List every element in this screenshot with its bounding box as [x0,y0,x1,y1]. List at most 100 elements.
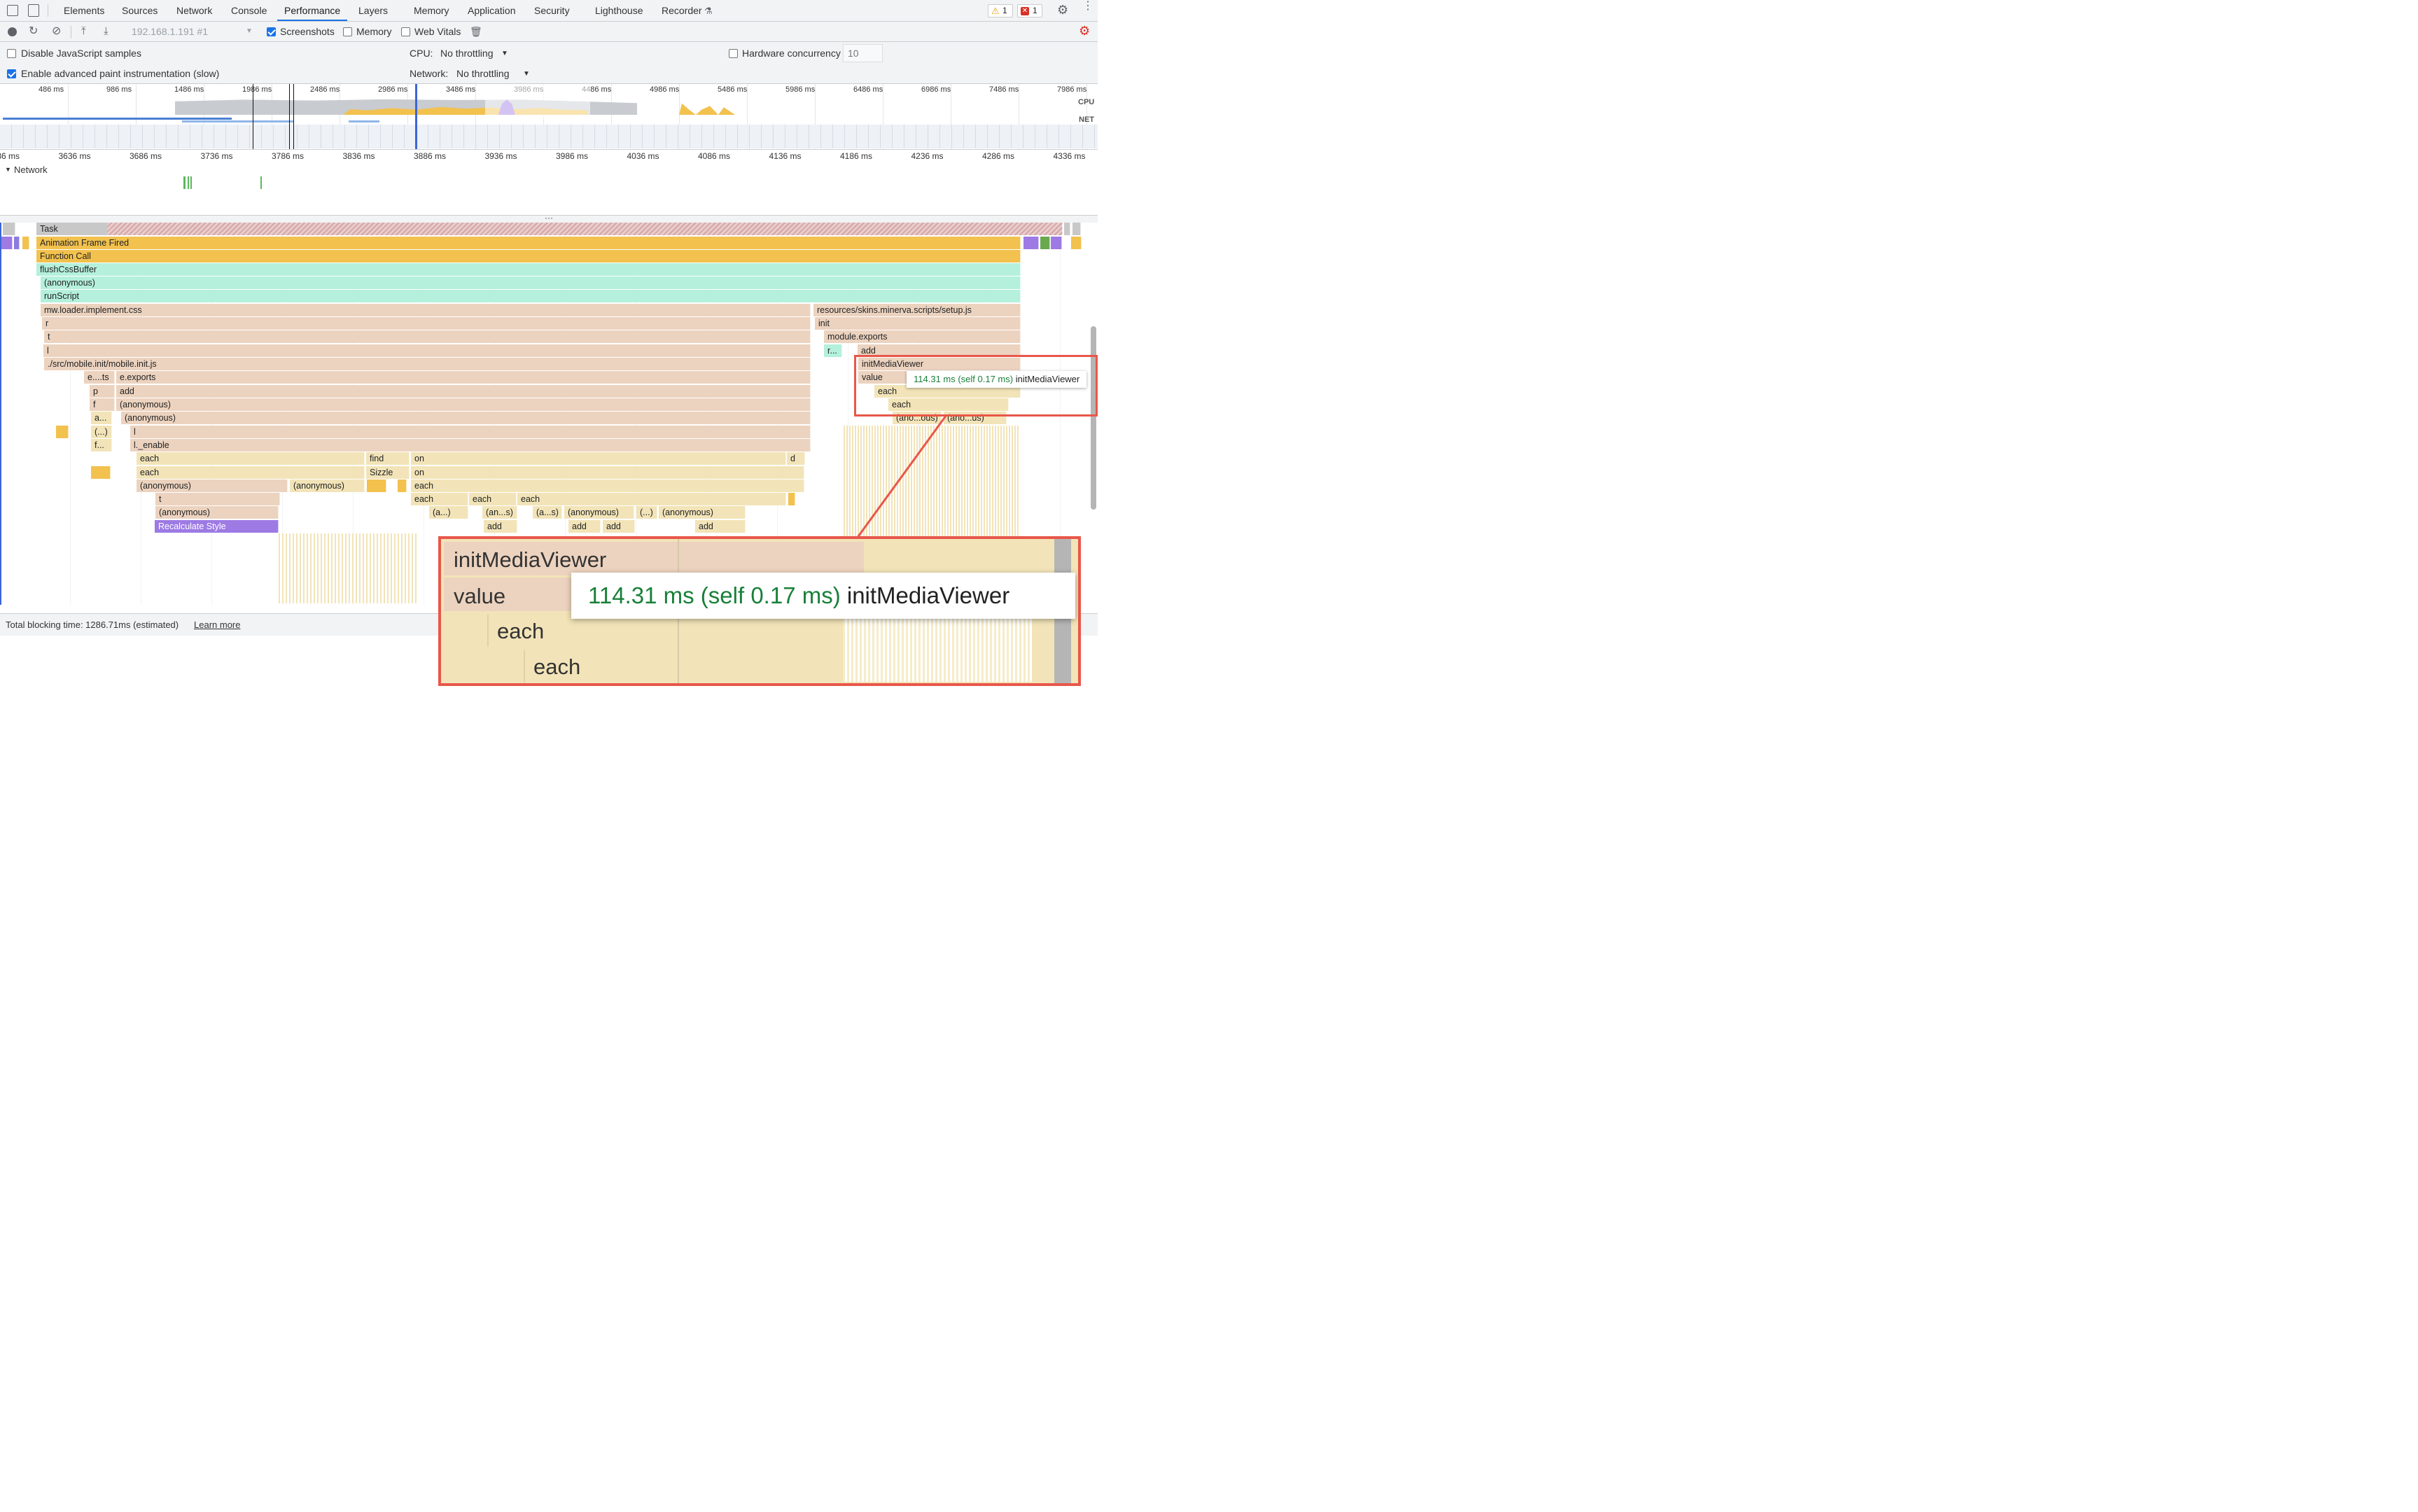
anonymous-bar[interactable]: (anonymous) [137,479,288,492]
p-bar[interactable]: p [90,385,115,398]
web-vitals-checkbox[interactable] [401,27,410,36]
network-request-bar[interactable] [190,176,192,189]
task-bar[interactable] [1064,223,1070,235]
task-bar[interactable] [1072,223,1081,235]
setup-js-bar[interactable]: resources/skins.minerva.scripts/setup.js [813,304,1021,316]
each-bar[interactable]: each [137,452,365,465]
inspect-element-icon[interactable] [7,5,18,16]
overview-selection-start[interactable] [415,84,417,149]
tab-layers[interactable]: Layers [358,0,388,21]
a-paren-bar[interactable]: (a...) [429,506,468,519]
each-bar[interactable]: each [411,479,804,492]
tab-performance[interactable]: Performance [277,0,348,21]
flame-event[interactable] [56,426,69,438]
l-enable-bar[interactable]: l._enable [130,439,811,451]
network-throttling-select[interactable]: No throttling [456,68,509,79]
reload-record-icon[interactable]: ↻ [29,26,38,37]
record-icon[interactable] [8,27,17,36]
add-bar[interactable]: add [116,385,811,398]
loader-implement-css-bar[interactable]: mw.loader.implement.css [41,304,811,316]
flame-event[interactable] [1071,237,1082,249]
disable-js-samples-checkbox[interactable] [7,49,16,58]
tab-application[interactable]: Application [468,0,516,21]
l-bar[interactable]: l [130,426,811,438]
flame-event[interactable] [1023,237,1039,249]
tab-recorder[interactable]: Recorder [662,0,702,21]
screenshots-checkbox[interactable] [267,27,276,36]
anonymous-bar[interactable]: (anonymous) [41,276,1021,289]
flame-event[interactable] [398,479,407,492]
an-s-bar[interactable]: (an...s) [482,506,517,519]
cpu-throttling-select[interactable]: No throttling [440,48,493,59]
r-bar[interactable]: r [42,317,811,330]
f-bar[interactable]: f [90,398,115,411]
tab-security[interactable]: Security [534,0,570,21]
run-script-bar[interactable]: runScript [41,290,1021,302]
anonymous-bar[interactable]: (anonymous) [121,412,811,424]
each-bar[interactable]: each [411,493,468,505]
init-bar[interactable]: init [815,317,1021,330]
paren-bar[interactable]: (...) [91,426,112,438]
mobile-init-bar[interactable]: ./src/mobile.init/mobile.init.js [44,358,811,370]
d-bar[interactable]: d [787,452,805,465]
anonymous-bar[interactable]: (anonymous) [155,506,279,519]
save-profile-icon[interactable]: ⤓ [104,26,109,37]
tab-memory[interactable]: Memory [414,0,449,21]
dots-bar[interactable]: (...) [636,506,657,519]
flame-event[interactable] [367,479,386,492]
expand-triangle-icon[interactable]: ▼ [5,166,11,173]
tab-elements[interactable]: Elements [64,0,104,21]
ets-bar[interactable]: e....ts [84,371,115,384]
learn-more-link[interactable]: Learn more [194,620,240,630]
device-toolbar-icon[interactable] [28,4,39,17]
r-short-bar[interactable]: r... [824,344,842,357]
tab-sources[interactable]: Sources [122,0,158,21]
task-bar[interactable] [3,223,15,235]
add-bar[interactable]: add [484,520,517,533]
network-track-label[interactable]: Network [14,164,48,175]
on-bar[interactable]: on [411,466,804,479]
flame-event[interactable] [14,237,20,249]
anonymous-bar[interactable]: (anonymous) [290,479,365,492]
flame-event[interactable] [1040,237,1050,249]
load-profile-icon[interactable]: ⤒ [81,26,86,37]
sizzle-bar[interactable]: Sizzle [366,466,410,479]
add-bar[interactable]: add [603,520,635,533]
panel-resizer[interactable]: ··· [0,214,1098,223]
recalculate-style-bar[interactable]: Recalculate Style [155,520,279,533]
profile-select[interactable]: 192.168.1.191 #1 [132,26,208,37]
animation-frame-fired-bar[interactable]: Animation Frame Fired [36,237,1021,249]
anonymous-bar[interactable]: (anonymous) [564,506,634,519]
memory-checkbox[interactable] [343,27,352,36]
network-request-bar[interactable] [260,176,262,189]
more-options-icon[interactable]: ⋮ [1082,1,1093,12]
flame-event[interactable] [22,237,29,249]
f-short-bar[interactable]: f... [91,439,112,451]
find-bar[interactable]: find [366,452,410,465]
warnings-badge[interactable]: ⚠ 1 [988,4,1013,18]
trash-icon[interactable]: 🗑 [470,26,482,37]
errors-badge[interactable]: ✕ 1 [1017,4,1042,18]
flame-event[interactable] [91,466,111,479]
anonymous-bar[interactable]: (anonymous) [659,506,746,519]
each-bar[interactable]: each [517,493,786,505]
on-bar[interactable]: on [411,452,786,465]
flame-event[interactable] [788,493,795,505]
tab-console[interactable]: Console [231,0,267,21]
flame-event[interactable] [1,237,13,249]
a-s-bar[interactable]: (a...s) [533,506,562,519]
add-bar[interactable]: add [568,520,601,533]
flame-scrollbar[interactable] [1091,326,1096,510]
t-bar[interactable]: t [44,330,811,343]
flame-event[interactable] [1051,237,1062,249]
anonymous-bar[interactable]: (anonymous) [116,398,811,411]
network-request-bar[interactable] [188,176,189,189]
each-bar[interactable]: each [137,466,365,479]
timeline-overview[interactable]: 486 ms 986 ms 1486 ms 1986 ms 2486 ms 2986 ms… [0,84,1098,150]
capture-settings-gear-icon[interactable]: ⚙ [1079,24,1090,37]
task-bar[interactable]: Task [36,223,1063,235]
t-bar[interactable]: t [155,493,280,505]
add-bar[interactable]: add [695,520,746,533]
e-exports-bar[interactable]: e.exports [116,371,811,384]
flush-css-buffer-bar[interactable]: flushCssBuffer [36,263,1021,276]
